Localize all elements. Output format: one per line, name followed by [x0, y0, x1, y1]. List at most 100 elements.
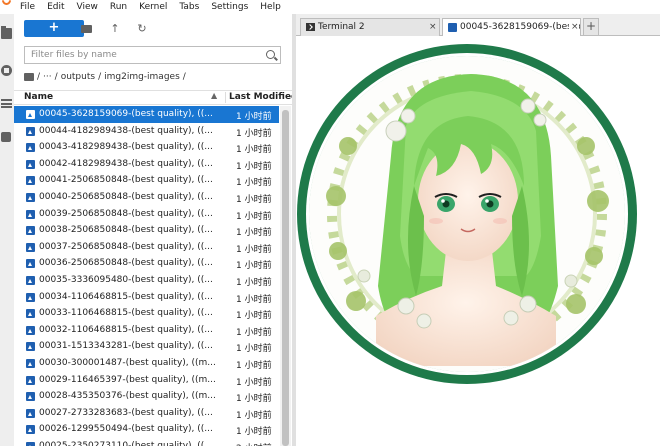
home-folder-icon[interactable]: [24, 73, 34, 81]
filter-files-input[interactable]: [25, 47, 255, 63]
new-launcher-button[interactable]: +: [24, 20, 84, 37]
tab-terminal-2[interactable]: Terminal 2 ×: [300, 18, 440, 36]
file-list-row[interactable]: 00040-2506850848-(best quality), ((... 1 …: [14, 189, 279, 206]
file-list-scrollbar[interactable]: [280, 106, 291, 446]
file-name: 00032-1106468815-(best quality), ((...: [39, 324, 213, 335]
file-modified: 1 小时前: [236, 394, 272, 405]
image-file-icon: [26, 408, 35, 418]
folder-icon[interactable]: [1, 26, 12, 39]
menu-help[interactable]: Help: [254, 0, 287, 14]
menu-bar: File Edit View Run Kernel Tabs Settings …: [0, 0, 660, 14]
file-modified: 1 小时前: [236, 128, 272, 139]
file-list-row[interactable]: 00043-4182989438-(best quality), ((... 1 …: [14, 139, 279, 156]
upload-icon[interactable]: ↑: [109, 23, 121, 35]
search-icon: [266, 50, 275, 59]
file-name: 00033-1106468815-(best quality), ((...: [39, 308, 213, 319]
image-file-icon: [26, 342, 35, 352]
filter-files-field: [24, 46, 281, 64]
image-file-icon: [26, 226, 35, 236]
file-list-row[interactable]: 00028-435350376-(best quality), ((m... 1 …: [14, 388, 279, 405]
terminal-icon: [306, 23, 315, 31]
menu-run[interactable]: Run: [104, 0, 133, 14]
breadcrumb-ellipsis[interactable]: ···: [43, 72, 52, 82]
sort-caret-up-icon[interactable]: ▲: [211, 91, 217, 100]
menu-file[interactable]: File: [14, 0, 41, 14]
image-file-icon: [26, 292, 35, 302]
image-file-icon: [26, 209, 35, 219]
file-list-header: Name ▲ Last Modified: [14, 90, 297, 105]
file-list-row[interactable]: 00034-1106468815-(best quality), ((... 1 …: [14, 289, 279, 306]
file-modified: 1 小时前: [236, 427, 272, 438]
close-icon[interactable]: ×: [569, 22, 579, 32]
image-file-icon: [26, 276, 35, 285]
file-name: 00028-435350376-(best quality), ((m...: [39, 391, 216, 402]
image-file-icon: [26, 375, 35, 385]
file-modified: 1 小时前: [236, 377, 272, 388]
generated-image: [297, 44, 637, 384]
file-list-row[interactable]: 00044-4182989438-(best quality), ((... 1 …: [14, 123, 279, 140]
menu-view[interactable]: View: [71, 0, 104, 14]
image-file-icon: [26, 126, 35, 136]
menu-kernel[interactable]: Kernel: [133, 0, 173, 14]
file-modified: 1 小时前: [236, 145, 272, 156]
file-name: 00030-300001487-(best quality), ((m...: [39, 358, 216, 368]
file-list-row[interactable]: 00035-3336095480-(best quality), ((... 1 …: [14, 272, 279, 289]
menu-settings[interactable]: Settings: [205, 0, 254, 14]
scrollbar-thumb[interactable]: [282, 110, 289, 446]
breadcrumb-sep: /: [54, 72, 58, 82]
extension-icon[interactable]: [1, 132, 11, 142]
face: [418, 141, 518, 261]
image-file-icon: [448, 23, 457, 32]
file-modified: 1 小时前: [236, 228, 272, 239]
file-list-row[interactable]: 00036-2506850848-(best quality), ((... 1 …: [14, 255, 279, 272]
file-list-row[interactable]: 00039-2506850848-(best quality), ((... 1 …: [14, 206, 279, 223]
column-divider[interactable]: [225, 92, 226, 103]
file-list-row[interactable]: 00045-3628159069-(best quality), ((... 1 …: [14, 106, 279, 123]
image-file-icon: [26, 425, 35, 435]
file-list-row[interactable]: 00025-2350273110-(best quality), ((... 2 …: [14, 438, 279, 446]
file-list-row[interactable]: 00026-1299550494-(best quality), ((... 1 …: [14, 421, 279, 438]
breadcrumb-root[interactable]: /: [37, 72, 40, 82]
menu-tabs[interactable]: Tabs: [173, 0, 205, 14]
column-modified-header[interactable]: Last Modified: [229, 92, 297, 102]
image-file-icon: [26, 143, 35, 153]
file-name: 00035-3336095480-(best quality), ((...: [39, 275, 213, 285]
new-folder-icon[interactable]: [81, 23, 93, 35]
menu-edit[interactable]: Edit: [41, 0, 70, 14]
add-tab-button[interactable]: +: [583, 18, 599, 35]
file-name: 00034-1106468815-(best quality), ((...: [39, 291, 213, 302]
breadcrumb-img2img-images[interactable]: img2img-images: [104, 72, 180, 82]
breadcrumb-sep: /: [182, 72, 186, 82]
file-list-row[interactable]: 00031-1513343281-(best quality), ((... 1 …: [14, 338, 279, 355]
image-file-icon: [26, 259, 35, 269]
file-browser-toolbar: + ↑ ↻: [14, 14, 292, 42]
file-list-row[interactable]: 00042-4182989438-(best quality), ((... 1 …: [14, 156, 279, 173]
file-name: 00042-4182989438-(best quality), ((...: [39, 158, 213, 169]
table-of-contents-icon[interactable]: [1, 99, 12, 108]
running-kernels-icon[interactable]: [1, 65, 12, 76]
column-name-header[interactable]: Name: [24, 92, 53, 102]
file-list-row[interactable]: 00029-116465397-(best quality), ((m... 1 …: [14, 372, 279, 389]
file-list-row[interactable]: 00032-1106468815-(best quality), ((... 1 …: [14, 322, 279, 339]
file-list-row[interactable]: 00038-2506850848-(best quality), ((... 1 …: [14, 222, 279, 239]
file-list-row[interactable]: 00030-300001487-(best quality), ((m... 1 …: [14, 355, 279, 372]
image-file-icon: [26, 159, 35, 169]
image-file-icon: [26, 325, 35, 335]
tab-image-viewer[interactable]: 00045-3628159069-(best qua ×: [442, 18, 581, 37]
file-list-row[interactable]: 00027-2733283683-(best quality), ((... 1 …: [14, 405, 279, 422]
file-list-row[interactable]: 00041-2506850848-(best quality), ((... 1 …: [14, 172, 279, 189]
close-icon[interactable]: ×: [429, 22, 437, 32]
breadcrumb-outputs[interactable]: outputs: [61, 72, 95, 82]
file-list-row[interactable]: 00037-2506850848-(best quality), ((... 1 …: [14, 239, 279, 256]
file-modified: 1 小时前: [236, 311, 272, 322]
image-file-icon: [26, 442, 35, 446]
refresh-icon[interactable]: ↻: [136, 23, 148, 35]
file-name: 00031-1513343281-(best quality), ((...: [39, 341, 213, 352]
main-tab-bar: Terminal 2 × 00045-3628159069-(best qua …: [296, 14, 660, 37]
activity-bar: [0, 14, 14, 446]
breadcrumb-sep: /: [98, 72, 102, 82]
file-modified: 1 小时前: [236, 161, 272, 172]
file-list-row[interactable]: 00033-1106468815-(best quality), ((... 1 …: [14, 305, 279, 322]
tab-label: Terminal 2: [318, 22, 365, 32]
file-browser: + ↑ ↻ / ··· / outputs / img2img-images /…: [14, 14, 297, 446]
